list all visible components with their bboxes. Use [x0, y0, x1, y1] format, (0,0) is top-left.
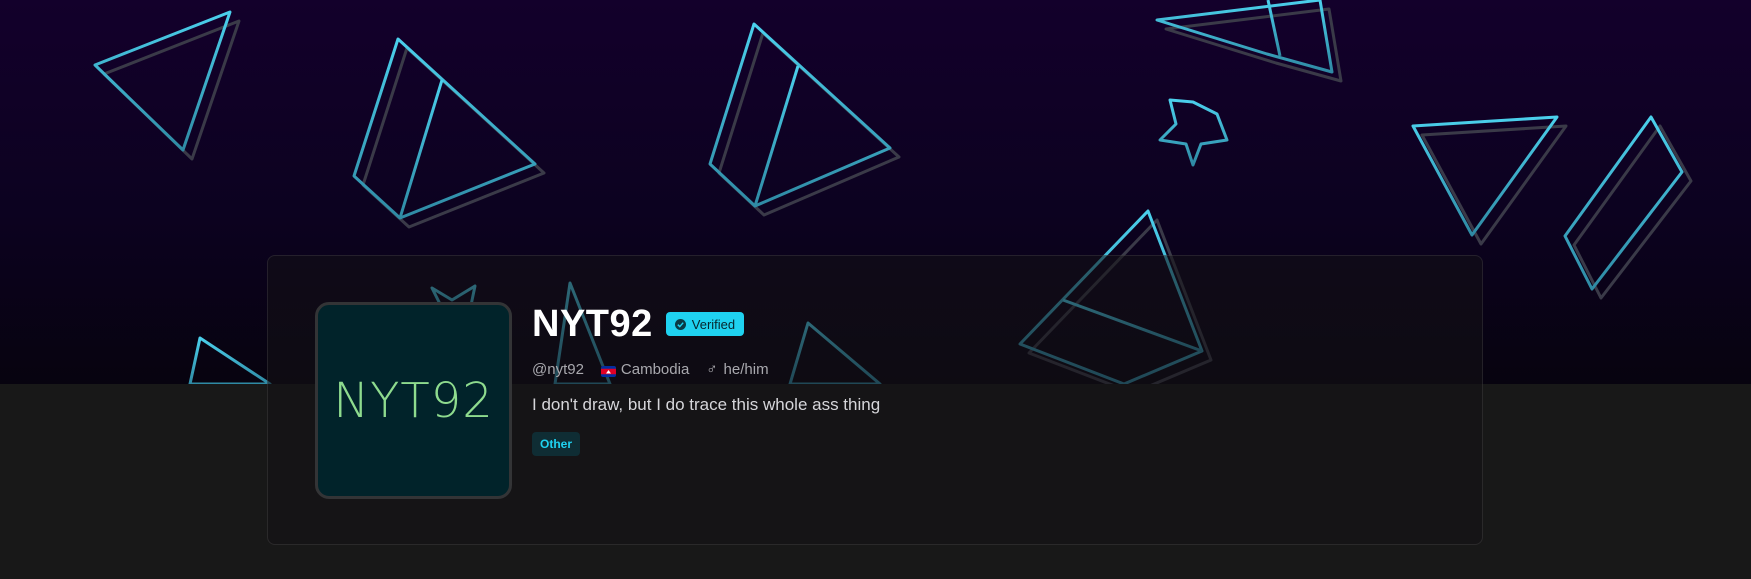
tag-chip[interactable]: Other	[532, 432, 581, 456]
verified-label: Verified	[691, 316, 736, 332]
profile-card: NYT92 NYT92 Verified @nyt92 Cambodia ♂ h…	[267, 255, 1483, 545]
avatar-text: NYT92	[333, 372, 494, 429]
cambodia-flag-icon	[600, 364, 616, 377]
tag-list: Other	[532, 432, 1432, 456]
profile-meta: @nyt92 Cambodia ♂ he/him	[532, 359, 1432, 379]
country: Cambodia	[600, 360, 690, 378]
name-row: NYT92 Verified	[532, 302, 1432, 346]
male-symbol-icon: ♂	[706, 360, 718, 378]
avatar[interactable]: NYT92	[315, 302, 512, 499]
verified-badge: Verified	[665, 312, 745, 336]
bio: I don't draw, but I do trace this whole …	[532, 395, 881, 414]
check-circle-icon	[674, 318, 686, 330]
profile-info: NYT92 Verified @nyt92 Cambodia ♂ he/him …	[532, 302, 1432, 456]
pronouns: ♂ he/him	[706, 361, 768, 378]
username: @nyt92	[532, 360, 584, 378]
pronouns-text: he/him	[723, 360, 769, 378]
display-name: NYT92	[532, 302, 653, 345]
country-name: Cambodia	[620, 360, 690, 378]
